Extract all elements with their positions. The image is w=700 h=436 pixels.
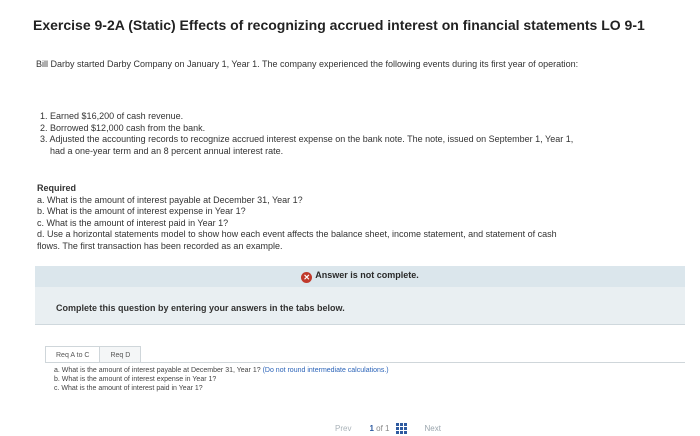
answer-status-bar: ✕ Answer is not complete. bbox=[35, 266, 685, 287]
events-list: 1. Earned $16,200 of cash revenue. 2. Bo… bbox=[40, 111, 680, 157]
required-item-d-continued: flows. The first transaction has been re… bbox=[37, 240, 283, 251]
tab-req-d[interactable]: Req D bbox=[100, 346, 142, 363]
event-text: Borrowed $12,000 cash from the bank. bbox=[50, 122, 206, 133]
question-a-text: a. What is the amount of interest payabl… bbox=[54, 367, 261, 374]
event-text: Earned $16,200 of cash revenue. bbox=[50, 111, 184, 121]
question-b: b. What is the amount of interest expens… bbox=[54, 376, 217, 383]
required-section: Required a. What is the amount of intere… bbox=[37, 183, 677, 252]
event-item-1: 1. Earned $16,200 of cash revenue. bbox=[40, 111, 680, 123]
page-current: 1 bbox=[369, 424, 374, 433]
page-of: of bbox=[376, 424, 383, 433]
tab-panel: a. What is the amount of interest payabl… bbox=[45, 362, 685, 414]
instruction-box: Complete this question by entering your … bbox=[35, 287, 685, 325]
pagination: Prev 1 of 1 Next bbox=[335, 423, 441, 434]
required-item-d: d. Use a horizontal statements model to … bbox=[37, 229, 557, 239]
required-heading: Required bbox=[37, 183, 77, 193]
event-item-2: 2. Borrowed $12,000 cash from the bank. bbox=[40, 123, 680, 135]
event-number: 2. bbox=[40, 122, 48, 133]
page-total: 1 bbox=[385, 424, 390, 433]
question-a: a. What is the amount of interest payabl… bbox=[54, 366, 389, 375]
page-counter: 1 of 1 bbox=[369, 424, 389, 433]
required-item-a: a. What is the amount of interest payabl… bbox=[37, 194, 303, 205]
tab-bar: Req A to C Req D bbox=[45, 346, 142, 363]
event-number: 3. bbox=[40, 134, 48, 144]
required-item-b: b. What is the amount of interest expens… bbox=[37, 206, 246, 216]
event-item-3: 3. Adjusted the accounting records to re… bbox=[40, 134, 680, 157]
event-text-continued: had a one-year term and an 8 percent ann… bbox=[50, 145, 284, 156]
prev-button[interactable]: Prev bbox=[335, 424, 351, 433]
instruction-text: Complete this question by entering your … bbox=[56, 303, 345, 313]
required-item-c: c. What is the amount of interest paid i… bbox=[37, 217, 229, 228]
tab-req-a-to-c[interactable]: Req A to C bbox=[45, 346, 101, 363]
event-text: Adjusted the accounting records to recog… bbox=[49, 134, 574, 144]
page-title: Exercise 9-2A (Static) Effects of recogn… bbox=[33, 17, 645, 33]
x-circle-icon: ✕ bbox=[301, 272, 313, 283]
event-number: 1. bbox=[40, 111, 48, 121]
answer-status-text: Answer is not complete. bbox=[315, 270, 419, 280]
question-c: c. What is the amount of interest paid i… bbox=[54, 385, 203, 392]
question-a-note: (Do not round intermediate calculations.… bbox=[262, 367, 389, 374]
grid-icon[interactable] bbox=[395, 423, 407, 434]
intro-text: Bill Darby started Darby Company on Janu… bbox=[36, 59, 579, 69]
next-button[interactable]: Next bbox=[425, 424, 441, 433]
